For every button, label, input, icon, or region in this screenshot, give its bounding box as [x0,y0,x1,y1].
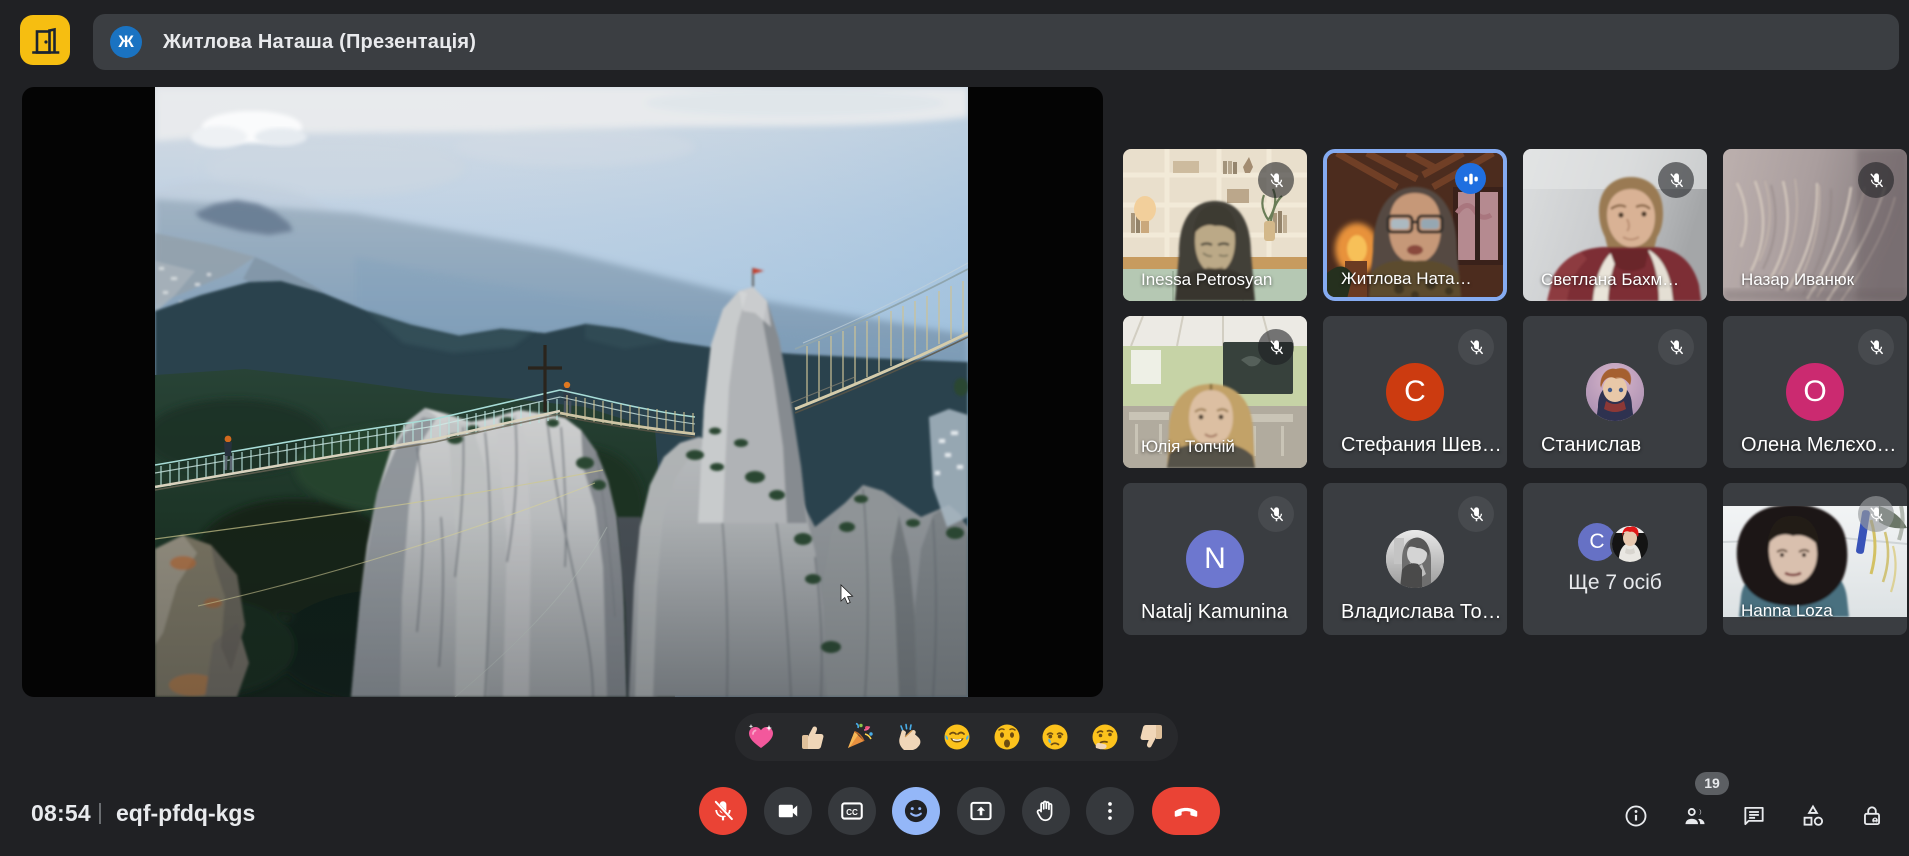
svg-text:CC: CC [846,808,858,817]
